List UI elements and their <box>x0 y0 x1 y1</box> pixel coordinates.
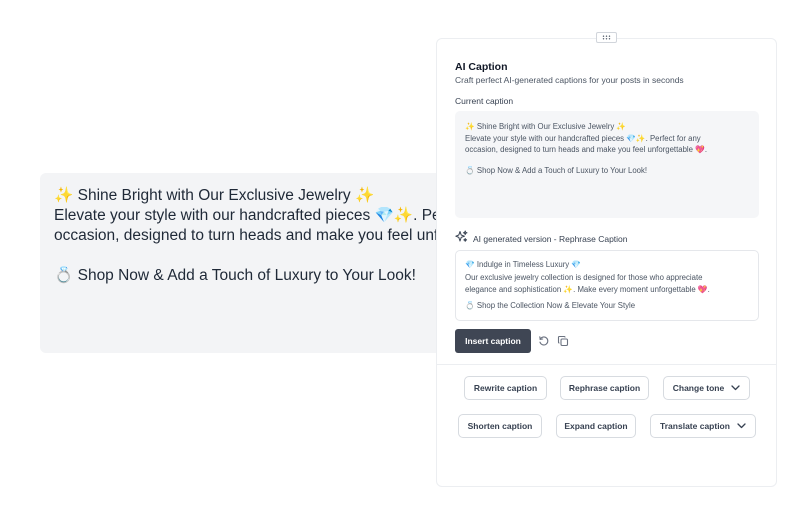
generated-caption-box: 💎 Indulge in Timeless Luxury 💎 Our exclu… <box>455 250 759 321</box>
chevron-down-icon <box>737 421 746 431</box>
sparkles-icon <box>455 230 468 248</box>
translate-caption-dropdown[interactable]: Translate caption <box>650 414 756 438</box>
generated-caption-line: 💎 Indulge in Timeless Luxury 💎 <box>465 260 582 269</box>
change-tone-label: Change tone <box>672 383 725 393</box>
shorten-caption-label: Shorten caption <box>467 421 533 431</box>
rewrite-caption-label: Rewrite caption <box>473 383 538 393</box>
panel-divider <box>437 364 776 365</box>
generated-version-header: AI generated version - Rephrase Caption <box>455 230 628 248</box>
caption-editor[interactable]: ✨ Shine Bright with Our Exclusive Jewelr… <box>40 173 460 353</box>
editor-blank-line <box>54 246 460 266</box>
expand-caption-label: Expand caption <box>564 421 628 431</box>
generated-version-label: AI generated version - Rephrase Caption <box>473 233 628 244</box>
current-caption-blank <box>465 156 749 165</box>
editor-line: Elevate your style with our handcrafted … <box>54 207 460 224</box>
rewrite-caption-button[interactable]: Rewrite caption <box>464 376 547 400</box>
drag-handle-icon[interactable] <box>596 32 617 43</box>
current-caption-box: ✨ Shine Bright with Our Exclusive Jewelr… <box>455 111 759 218</box>
rephrase-caption-button[interactable]: Rephrase caption <box>560 376 649 400</box>
current-caption-label: Current caption <box>455 96 514 106</box>
caption-editor-text[interactable]: ✨ Shine Bright with Our Exclusive Jewelr… <box>54 186 460 286</box>
refresh-icon[interactable] <box>537 334 551 348</box>
current-caption-line: Elevate your style with our handcrafted … <box>465 133 701 143</box>
copy-icon[interactable] <box>556 334 570 348</box>
editor-line: ✨ Shine Bright with Our Exclusive Jewelr… <box>54 187 375 204</box>
generated-caption-line: 💍 Shop the Collection Now & Elevate Your… <box>465 300 636 310</box>
editor-line: occasion, designed to turn heads and mak… <box>54 227 460 244</box>
panel-title: AI Caption <box>455 61 508 73</box>
generated-caption-line: elegance and sophistication ✨. Make ever… <box>465 285 710 294</box>
current-caption-line: occasion, designed to turn heads and mak… <box>465 145 708 154</box>
editor-line: 💍 Shop Now & Add a Touch of Luxury to Yo… <box>54 267 416 284</box>
translate-caption-label: Translate caption <box>660 421 730 431</box>
insert-caption-button[interactable]: Insert caption <box>455 329 531 353</box>
rephrase-caption-label: Rephrase caption <box>568 383 641 393</box>
change-tone-dropdown[interactable]: Change tone <box>663 376 750 400</box>
generated-caption-line: Our exclusive jewelry collection is desi… <box>465 272 703 282</box>
expand-caption-button[interactable]: Expand caption <box>556 414 636 438</box>
chevron-down-icon <box>731 383 740 393</box>
current-caption-line: 💍 Shop Now & Add a Touch of Luxury to Yo… <box>465 165 648 175</box>
current-caption-line: ✨ Shine Bright with Our Exclusive Jewelr… <box>465 122 627 131</box>
shorten-caption-button[interactable]: Shorten caption <box>458 414 542 438</box>
panel-subtitle: Craft perfect AI-generated captions for … <box>455 75 684 85</box>
